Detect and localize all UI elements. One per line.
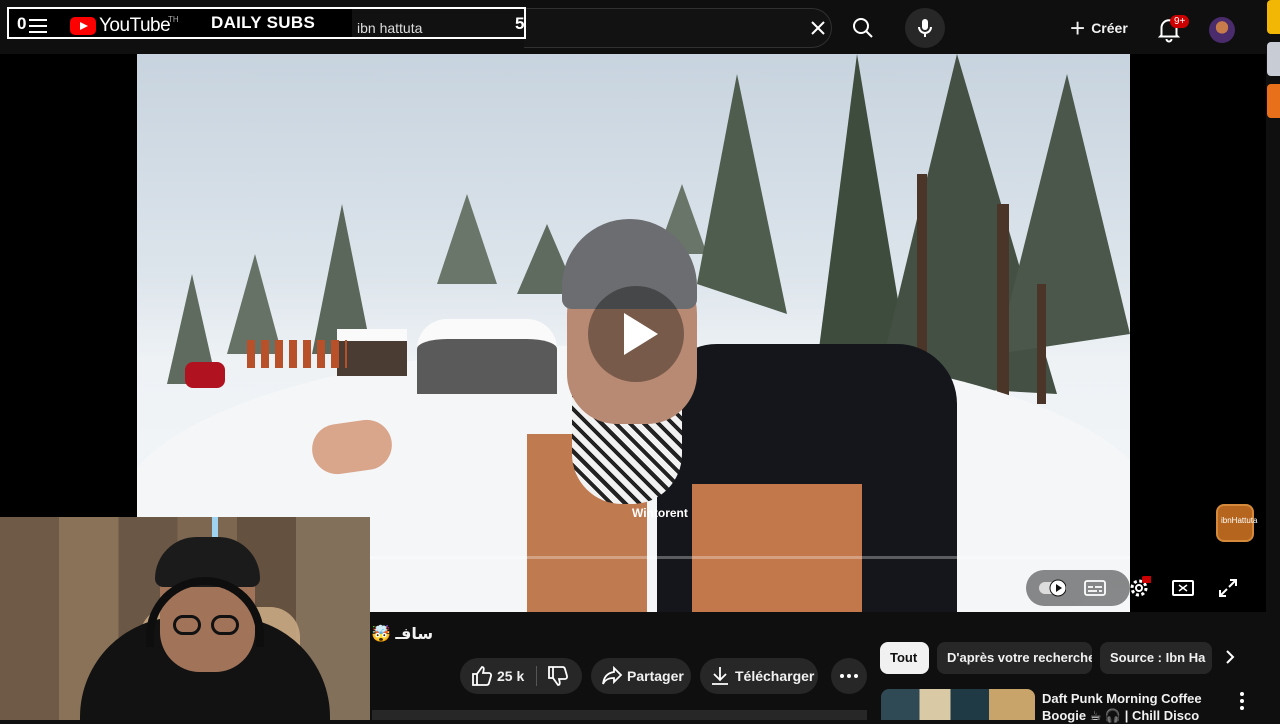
fullscreen-icon[interactable] (1216, 576, 1240, 600)
settings-icon[interactable] (1127, 576, 1152, 600)
extension-strip (1267, 0, 1280, 160)
more-icon (840, 674, 858, 678)
progress-bar[interactable] (370, 556, 1130, 559)
more-actions-button[interactable] (831, 658, 867, 694)
search-input[interactable]: ibn hattuta (357, 20, 422, 36)
mic-icon (918, 19, 932, 37)
youtube-logo-text: YouTube (99, 15, 171, 36)
overlay-left-counter: 0 (17, 14, 27, 33)
channel-watermark[interactable]: ibnHattuta (1216, 504, 1258, 542)
notification-badge: 9+ (1170, 15, 1190, 28)
chip-all[interactable]: Tout (880, 642, 929, 674)
youtube-logo[interactable]: YouTube TH (70, 15, 179, 37)
plus-icon: + (1070, 13, 1086, 43)
cabin (337, 329, 407, 376)
voice-search-button[interactable] (905, 8, 945, 48)
like-count[interactable]: 25 k (497, 668, 524, 684)
extension-tab[interactable] (1267, 84, 1280, 118)
search-icon (853, 18, 873, 38)
masthead: 0 YouTube TH DAILY SUBS ibn hattuta 5 + … (0, 0, 1280, 118)
overlay-title: DAILY SUBS (211, 13, 316, 32)
download-icon (712, 667, 728, 685)
daily-subs-overlay: 0 YouTube TH DAILY SUBS ibn hattuta 5 (7, 7, 526, 39)
search-bar[interactable] (524, 8, 832, 48)
video-title: سافـ 🤯 (371, 626, 434, 643)
recommendation-title[interactable]: Daft Punk Morning Coffee Boogie ☕ 🎧 | Ch… (1042, 690, 1222, 724)
create-label: Créer (1091, 20, 1128, 36)
download-label: Télécharger (735, 668, 815, 684)
jacket-panel (692, 484, 862, 612)
overlay-right-counter: 5 (515, 14, 525, 33)
recommendation-thumbnail[interactable] (881, 689, 1035, 720)
thumbs-down-icon[interactable] (546, 664, 570, 688)
download-button[interactable]: Télécharger (700, 658, 818, 694)
streamer-webcam (0, 517, 370, 720)
share-icon (602, 665, 623, 685)
divider (536, 666, 537, 686)
cam-light (212, 517, 218, 537)
create-button[interactable]: + Créer (1062, 8, 1142, 48)
avatar[interactable] (1209, 17, 1235, 43)
extension-tab[interactable] (1267, 0, 1280, 34)
autoplay-toggle-icon[interactable] (1038, 576, 1067, 600)
description-box-edge (372, 710, 867, 720)
chip-source[interactable]: Source : Ibn Ha (1100, 642, 1212, 674)
player-controls (1026, 570, 1258, 606)
share-label: Partager (627, 668, 684, 684)
hut (417, 319, 557, 394)
jacket-brand: Wintorent (632, 506, 688, 520)
channel-watermark-text: ibnHattuta (1221, 516, 1258, 525)
menu-icon[interactable] (29, 19, 47, 33)
search-button[interactable] (840, 8, 886, 48)
glasses (173, 615, 243, 635)
extension-tab[interactable] (1267, 42, 1280, 76)
kebab-icon[interactable] (1234, 690, 1250, 712)
snowmobile (185, 362, 225, 388)
youtube-logo-icon (70, 17, 96, 35)
play-icon[interactable] (588, 286, 684, 382)
region-code: TH (168, 15, 179, 24)
chevron-right-icon[interactable] (1218, 645, 1242, 669)
theater-mode-icon[interactable] (1171, 576, 1195, 600)
subtitles-icon[interactable] (1083, 576, 1107, 600)
like-dislike-group: 25 k (460, 658, 582, 694)
close-icon[interactable] (806, 16, 830, 40)
chip-related-search[interactable]: D'après votre recherche (937, 642, 1092, 674)
share-button[interactable]: Partager (591, 658, 691, 694)
group-of-people (247, 340, 347, 368)
thumbs-up-icon[interactable] (470, 664, 494, 688)
